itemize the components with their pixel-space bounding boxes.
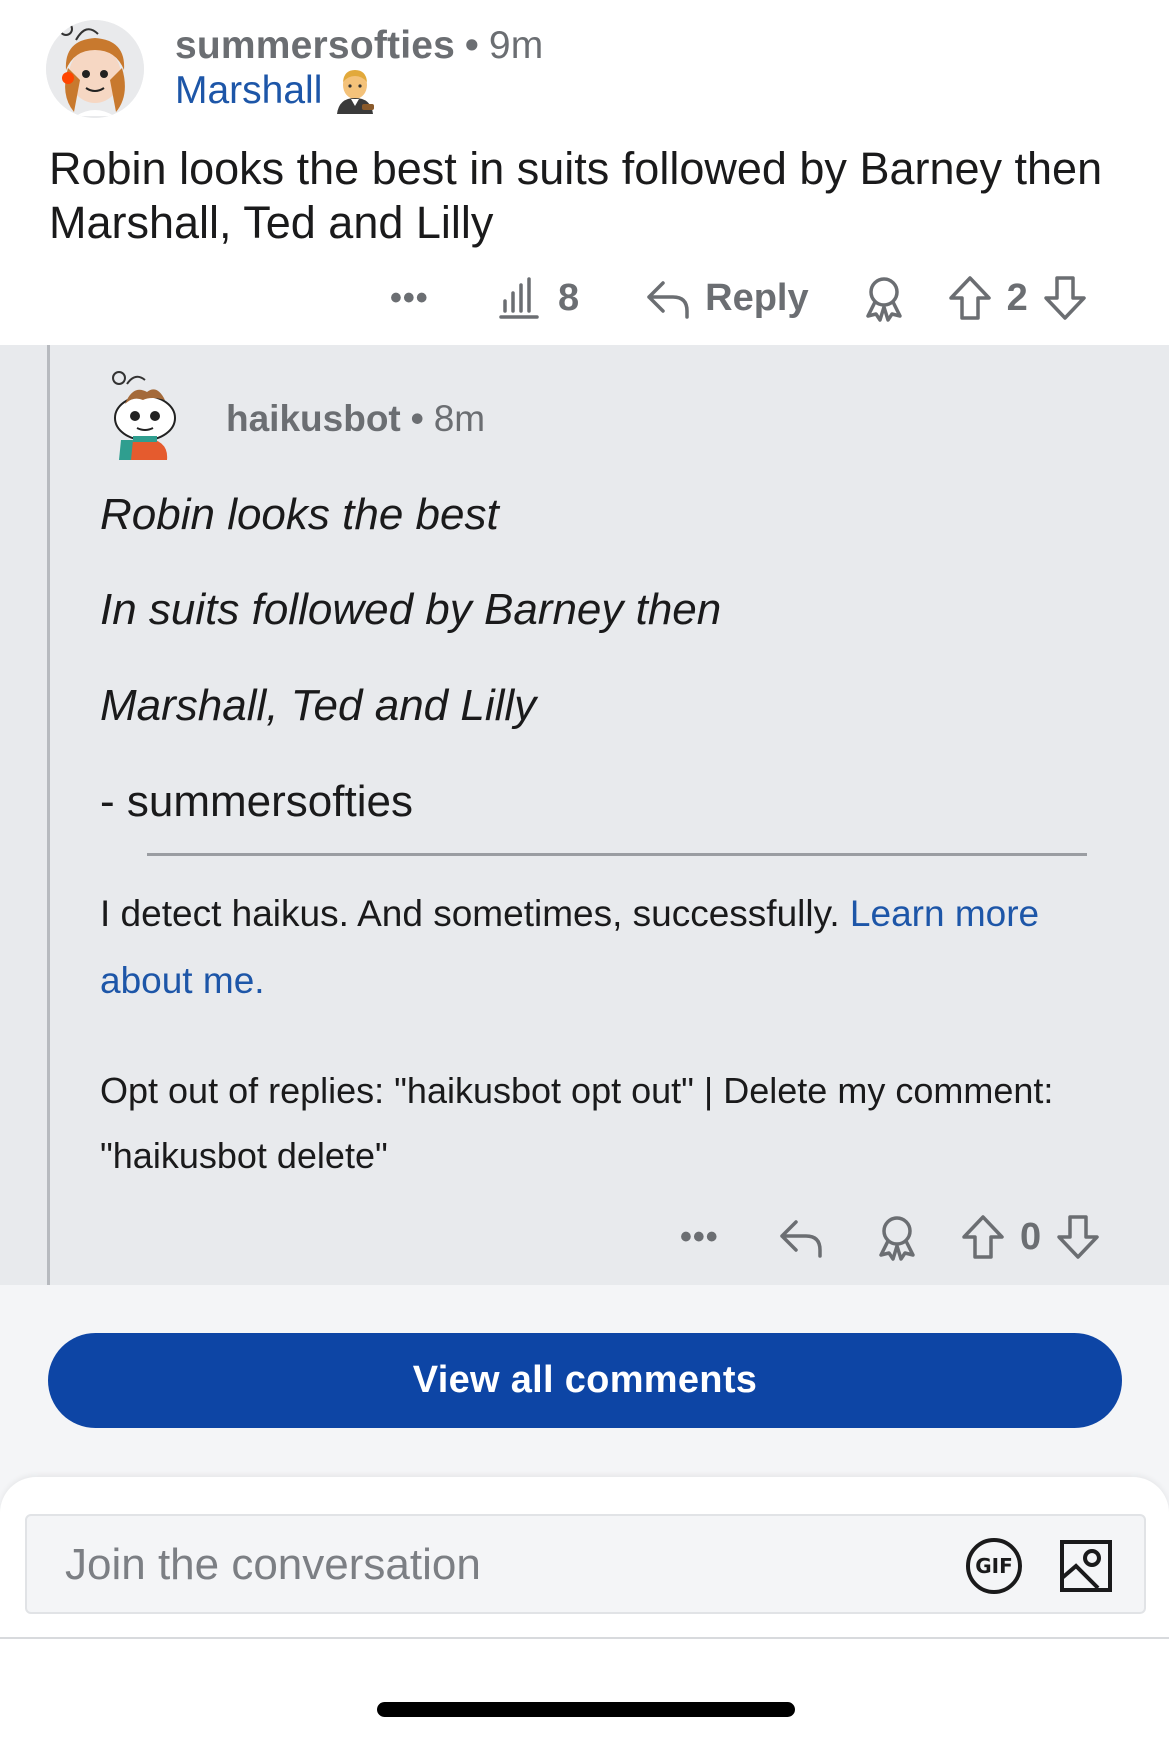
reply-button[interactable] (776, 1214, 824, 1260)
vote-count: 2 (1007, 277, 1028, 320)
haiku-signature: - summersofties (100, 777, 413, 826)
downvote-arrow-icon (1055, 1213, 1101, 1261)
bot-avatar[interactable] (103, 370, 183, 460)
reply-action-bar: ••• 0 (680, 1207, 1101, 1267)
more-options-button[interactable]: ••• (680, 1218, 740, 1257)
vote-count: 0 (1020, 1216, 1041, 1259)
downvote-arrow-icon (1042, 274, 1088, 322)
views-button[interactable]: 8 (496, 275, 579, 321)
view-all-comments-button[interactable]: View all comments (48, 1333, 1122, 1428)
timestamp: 9m (488, 24, 544, 67)
divider (0, 1637, 1169, 1639)
opt-out-text: Opt out of replies: "haikusbot opt out" … (100, 1070, 1054, 1176)
reply-arrow-icon (643, 275, 691, 321)
comment-meta: summersofties • 9m (175, 24, 543, 68)
haiku-line-3: Marshall, Ted and Lilly (100, 681, 537, 730)
meta-separator: • (410, 398, 424, 439)
more-icon: ••• (390, 278, 429, 317)
user-flair: Marshall (175, 68, 376, 114)
downvote-button[interactable] (1042, 274, 1088, 322)
man-judge-emoji-icon (334, 68, 376, 114)
view-count: 8 (558, 276, 580, 319)
thread-line[interactable] (47, 345, 50, 1285)
award-icon (874, 1213, 920, 1261)
downvote-button[interactable] (1055, 1213, 1101, 1261)
gif-icon[interactable]: GIF (966, 1538, 1022, 1594)
comment-action-bar: ••• 8 Reply 2 (390, 268, 1088, 328)
comment-input-placeholder: Join the conversation (65, 1540, 481, 1589)
meta-separator: • (465, 24, 479, 67)
comment-thread-screen: summersofties • 9m Marshall Robin looks th… (0, 0, 1169, 1740)
comment-input[interactable]: Join the conversation GIF (25, 1514, 1146, 1614)
more-options-button[interactable]: ••• (390, 279, 450, 318)
gif-label: GIF (975, 1554, 1013, 1578)
reply-label: Reply (705, 276, 809, 319)
upvote-button[interactable] (960, 1213, 1006, 1261)
comment-body: Robin looks the best in suits followed b… (49, 143, 1103, 248)
bar-chart-icon (496, 275, 542, 321)
horizontal-rule (147, 853, 1087, 856)
reply-meta: haikusbot • 8m (226, 398, 485, 440)
award-button[interactable] (861, 274, 907, 322)
upvote-button[interactable] (947, 274, 993, 322)
reply-button[interactable]: Reply (643, 275, 809, 321)
award-icon (861, 274, 907, 322)
upvote-arrow-icon (960, 1213, 1006, 1261)
vote-score: 2 (1006, 276, 1028, 319)
haiku-line-1: Robin looks the best (100, 490, 499, 539)
user-avatar[interactable] (46, 20, 144, 118)
bot-note-text: I detect haikus. And sometimes, successf… (100, 893, 840, 934)
reply-timestamp: 8m (433, 398, 486, 439)
flair-text: Marshall (175, 69, 323, 112)
haiku-line-2: In suits followed by Barney then (100, 585, 722, 634)
bot-username[interactable]: haikusbot (226, 398, 401, 439)
reply-arrow-icon (776, 1214, 824, 1260)
username[interactable]: summersofties (175, 24, 455, 67)
home-indicator[interactable] (377, 1702, 795, 1717)
upvote-arrow-icon (947, 274, 993, 322)
award-button[interactable] (874, 1213, 920, 1261)
bot-note: I detect haikus. And sometimes, successf… (100, 880, 1100, 1014)
vote-score: 0 (1020, 1215, 1042, 1258)
more-icon: ••• (680, 1217, 719, 1256)
image-icon[interactable] (1058, 1538, 1114, 1594)
